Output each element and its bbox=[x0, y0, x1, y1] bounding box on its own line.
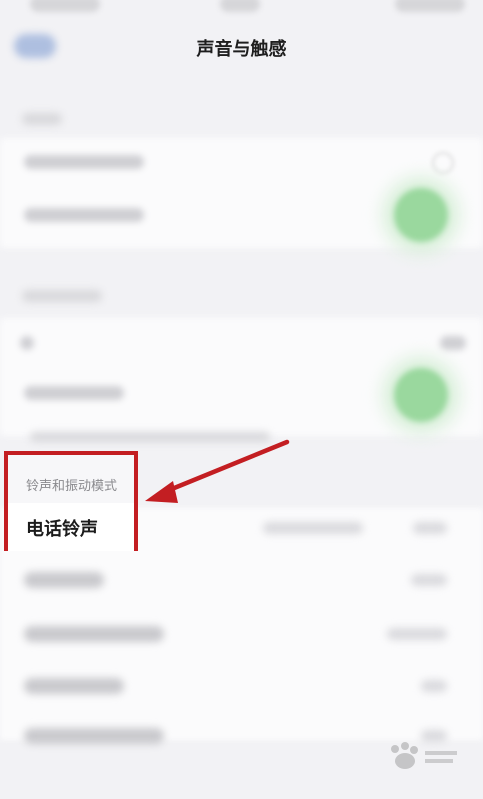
toggle-switch[interactable] bbox=[394, 368, 448, 422]
toggle-switch[interactable] bbox=[394, 188, 448, 242]
baidu-logo-icon bbox=[391, 742, 457, 769]
status-center-blur bbox=[220, 0, 260, 12]
phone-ringtone-item[interactable]: 电话铃声 bbox=[8, 503, 134, 551]
section-header-blur bbox=[22, 113, 62, 125]
nav-bar: 声音与触感 bbox=[0, 22, 483, 72]
section-header-ringtone: 铃声和振动模式 bbox=[26, 479, 118, 494]
highlight-box: 铃声和振动模式 电话铃声 bbox=[4, 451, 138, 551]
section-header-blur bbox=[22, 290, 102, 302]
page-title: 声音与触感 bbox=[196, 39, 287, 60]
list-item[interactable] bbox=[24, 572, 104, 588]
status-time-blur bbox=[30, 0, 100, 12]
list-item[interactable] bbox=[24, 626, 164, 642]
section-footer-blur bbox=[30, 432, 270, 442]
status-icons-blur bbox=[395, 0, 465, 12]
status-bar bbox=[0, 0, 483, 22]
list-item[interactable] bbox=[24, 728, 164, 744]
phone-ringtone-label: 电话铃声 bbox=[26, 519, 98, 540]
list-item[interactable] bbox=[24, 678, 124, 694]
toggle-switch[interactable] bbox=[432, 152, 454, 174]
